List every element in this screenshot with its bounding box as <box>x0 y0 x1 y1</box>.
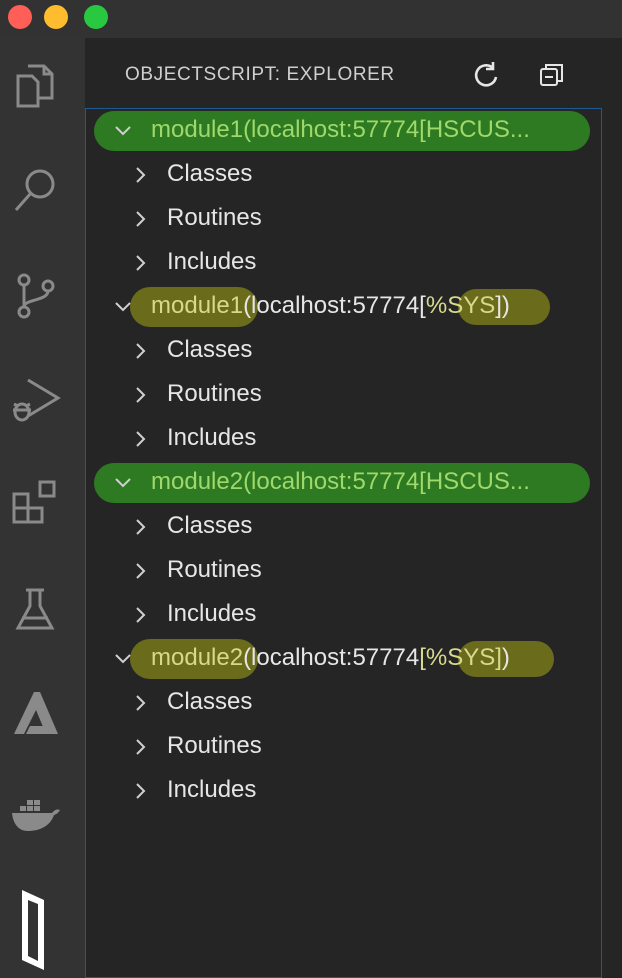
connection-suffix: ]) <box>495 292 510 319</box>
tree-root-item[interactable]: module2(localhost:57774[HSCUS... <box>86 461 601 505</box>
tree-child-item[interactable]: Includes <box>86 241 601 285</box>
window-close-button[interactable] <box>8 5 32 29</box>
window-titlebar <box>0 0 622 38</box>
chevron-down-icon[interactable] <box>112 472 134 494</box>
files-icon[interactable] <box>10 60 62 112</box>
chevron-right-icon[interactable] <box>130 780 152 802</box>
chevron-right-icon[interactable] <box>130 384 152 406</box>
chevron-right-icon[interactable] <box>130 164 152 186</box>
chevron-right-icon[interactable] <box>130 208 152 230</box>
tree-child-item[interactable]: Routines <box>86 373 601 417</box>
run-debug-icon[interactable] <box>10 374 62 426</box>
tree-child-label: Includes <box>167 776 257 803</box>
connection-text: (localhost:57774[ <box>243 292 426 319</box>
tree-child-label: Routines <box>167 732 262 759</box>
chevron-down-icon[interactable] <box>112 648 134 670</box>
search-icon[interactable] <box>10 164 62 216</box>
namespace-text: %SYS <box>425 292 496 319</box>
tree-child-label: Includes <box>167 600 257 627</box>
tree-child-item[interactable]: Includes <box>86 769 601 813</box>
chevron-right-icon[interactable] <box>130 560 152 582</box>
source-control-icon[interactable] <box>10 270 62 322</box>
refresh-icon[interactable] <box>471 60 501 90</box>
docker-icon[interactable] <box>10 790 62 842</box>
tree-child-label: Classes <box>167 512 253 539</box>
chevron-right-icon[interactable] <box>130 252 152 274</box>
chevron-right-icon[interactable] <box>130 692 152 714</box>
chevron-right-icon[interactable] <box>130 340 152 362</box>
tree-child-item[interactable]: Routines <box>86 549 601 593</box>
tree-child-label: Routines <box>167 204 262 231</box>
azure-icon[interactable] <box>10 688 62 740</box>
module-name: module1 <box>151 292 244 319</box>
tree-child-label: Routines <box>167 556 262 583</box>
connection-text: (localhost:57774 <box>243 644 420 671</box>
tree-root-item[interactable]: module1(localhost:57774[HSCUS... <box>86 109 601 153</box>
chevron-down-icon[interactable] <box>112 120 134 142</box>
tree-root-label: module1(localhost:57774[%SYS]) <box>151 292 510 320</box>
testing-icon[interactable] <box>10 584 62 636</box>
tree-child-item[interactable]: Classes <box>86 329 601 373</box>
extensions-icon[interactable] <box>10 478 62 530</box>
tree-child-item[interactable]: Routines <box>86 197 601 241</box>
chevron-down-icon[interactable] <box>112 296 134 318</box>
tree-child-label: Includes <box>167 248 257 275</box>
tree-child-item[interactable]: Classes <box>86 505 601 549</box>
tree-child-label: Includes <box>167 424 257 451</box>
window-minimize-button[interactable] <box>44 5 68 29</box>
tree-child-item[interactable]: Routines <box>86 725 601 769</box>
tree-root-item[interactable]: module2(localhost:57774[%SYS]) <box>86 637 601 681</box>
chevron-right-icon[interactable] <box>130 428 152 450</box>
tree-root-label: module2(localhost:57774[HSCUS... <box>151 468 530 496</box>
module-name: module2 <box>151 468 244 495</box>
tree-child-label: Classes <box>167 336 253 363</box>
activity-bar <box>0 38 85 978</box>
connection-text: (localhost:57774[HSCUS... <box>243 468 530 495</box>
chevron-right-icon[interactable] <box>130 736 152 758</box>
objectscript-explorer-panel: OBJECTSCRIPT: EXPLORER module1(localhost… <box>85 38 622 978</box>
connection-suffix: ) <box>501 644 510 671</box>
tree-child-label: Routines <box>167 380 262 407</box>
tree-root-label: module1(localhost:57774[HSCUS... <box>151 116 530 144</box>
explorer-tree: module1(localhost:57774[HSCUS... Classes R… <box>85 108 602 978</box>
tree-child-item[interactable]: Includes <box>86 593 601 637</box>
connection-text: (localhost:57774[HSCUS... <box>243 116 530 143</box>
tree-root-label: module2(localhost:57774[%SYS]) <box>151 644 510 672</box>
chevron-right-icon[interactable] <box>130 604 152 626</box>
tree-child-label: Classes <box>167 160 253 187</box>
explorer-header: OBJECTSCRIPT: EXPLORER <box>85 38 622 108</box>
tree-child-item[interactable]: Includes <box>86 417 601 461</box>
namespace-text: [%SYS] <box>419 644 502 671</box>
intersystems-icon[interactable] <box>10 890 62 970</box>
chevron-right-icon[interactable] <box>130 516 152 538</box>
tree-child-item[interactable]: Classes <box>86 681 601 725</box>
module-name: module1 <box>151 116 244 143</box>
explorer-title: OBJECTSCRIPT: EXPLORER <box>125 64 395 85</box>
tree-root-item[interactable]: module1(localhost:57774[%SYS]) <box>86 285 601 329</box>
tree-child-label: Classes <box>167 688 253 715</box>
window-zoom-button[interactable] <box>84 5 108 29</box>
tree-child-item[interactable]: Classes <box>86 153 601 197</box>
collapse-all-icon[interactable] <box>537 60 567 90</box>
module-name: module2 <box>151 644 244 671</box>
